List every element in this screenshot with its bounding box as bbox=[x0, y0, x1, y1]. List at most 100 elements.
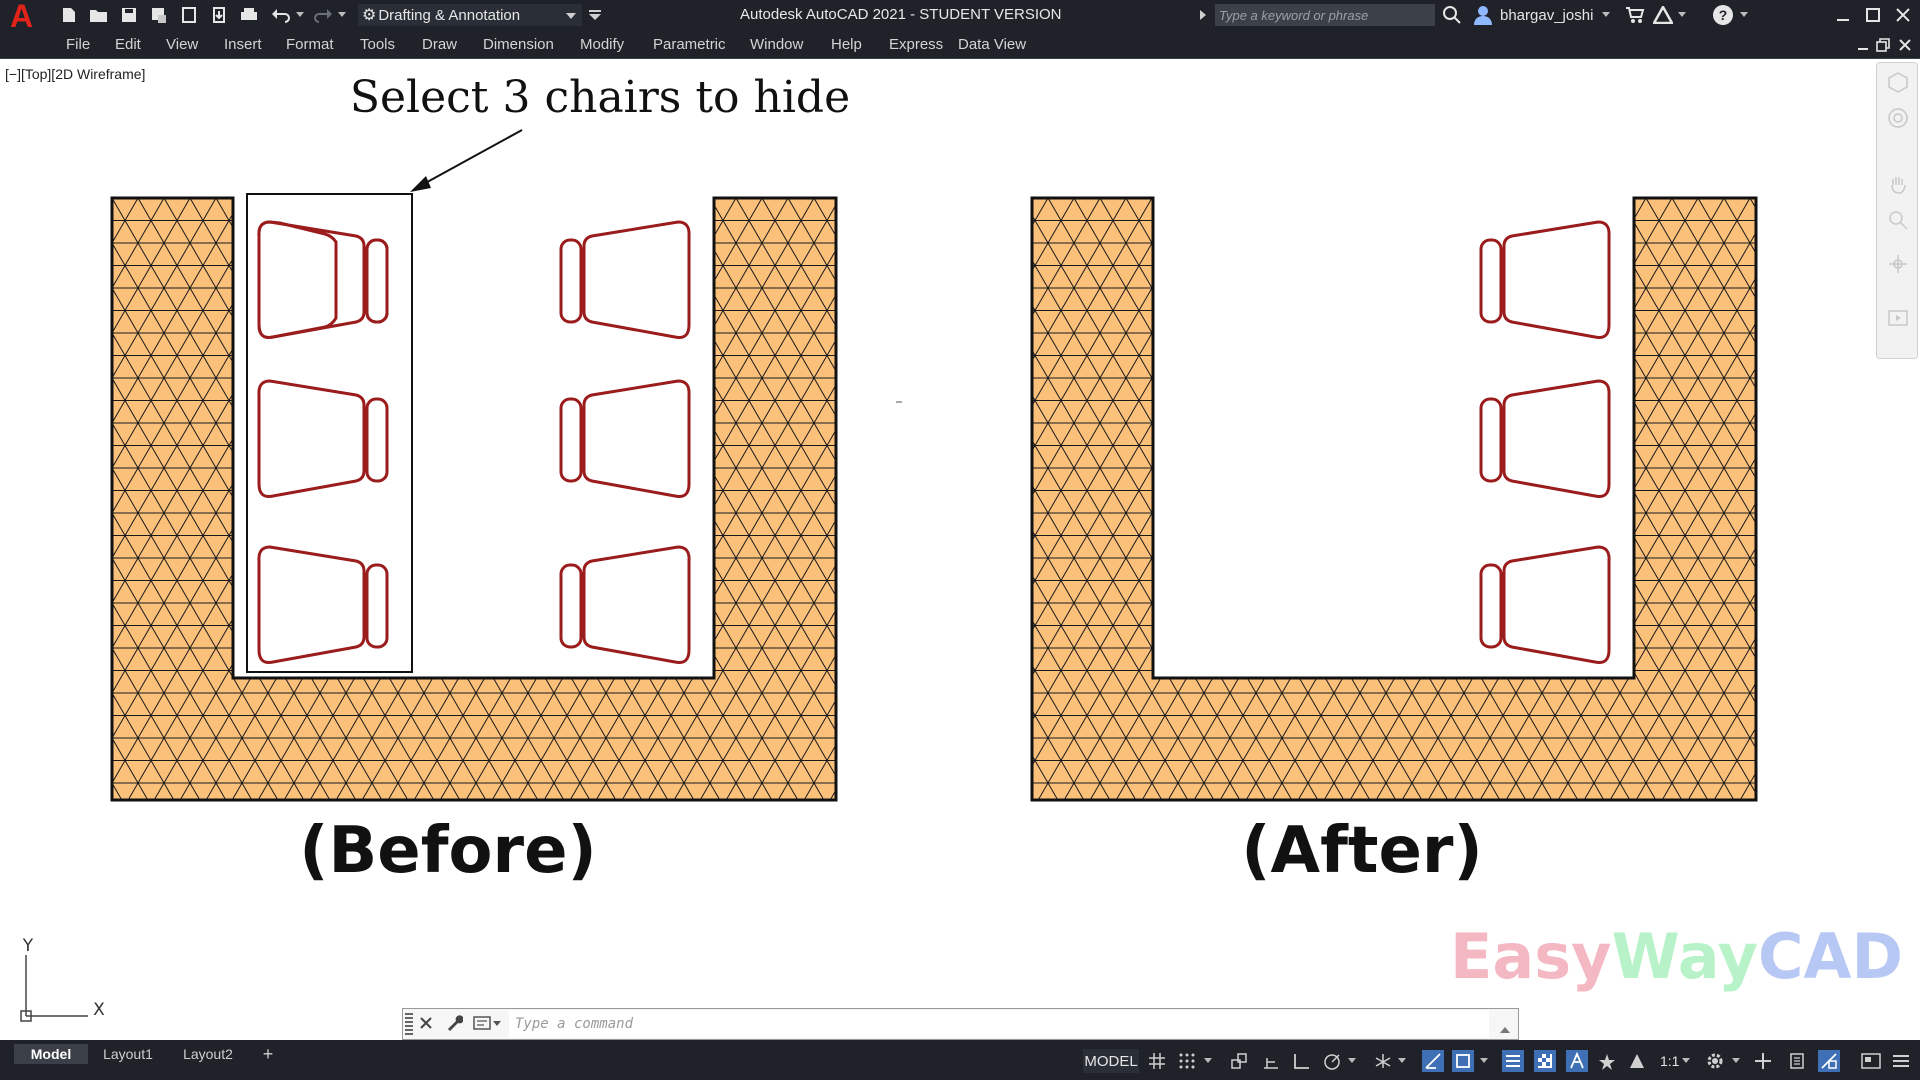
annotation-scale[interactable]: 1:1 bbox=[1660, 1053, 1679, 1069]
search-icon[interactable] bbox=[1441, 4, 1463, 26]
menu-help[interactable]: Help bbox=[831, 36, 862, 53]
object-snap-tracking-icon[interactable] bbox=[1422, 1050, 1444, 1072]
search-input[interactable]: Type a keyword or phrase bbox=[1215, 4, 1435, 26]
redo-dropdown-icon[interactable] bbox=[336, 4, 348, 26]
showmotion-icon[interactable] bbox=[1887, 307, 1909, 333]
scale-dropdown-icon[interactable] bbox=[1680, 1050, 1692, 1072]
share-icon[interactable] bbox=[208, 4, 230, 26]
iso-dropdown-icon[interactable] bbox=[1396, 1050, 1408, 1072]
tab-model[interactable]: Model bbox=[14, 1044, 88, 1064]
menu-tools[interactable]: Tools bbox=[360, 36, 395, 53]
chair[interactable] bbox=[1479, 379, 1611, 498]
menu-modify[interactable]: Modify bbox=[580, 36, 624, 53]
snap-icon[interactable] bbox=[1176, 1050, 1198, 1072]
menu-draw[interactable]: Draw bbox=[422, 36, 457, 53]
tab-layout1[interactable]: Layout1 bbox=[96, 1044, 160, 1064]
menu-view[interactable]: View bbox=[166, 36, 198, 53]
doc-minimize-icon[interactable] bbox=[1852, 34, 1874, 56]
grid-icon[interactable] bbox=[1146, 1050, 1168, 1072]
close-cmdline-icon[interactable] bbox=[419, 1015, 433, 1034]
workspace-switch-gear-icon[interactable] bbox=[1704, 1050, 1726, 1072]
model-space-button[interactable]: MODEL bbox=[1083, 1049, 1139, 1073]
annotation-visibility-icon[interactable] bbox=[1596, 1050, 1618, 1072]
close-icon[interactable] bbox=[1892, 4, 1914, 26]
add-layout-icon[interactable]: + bbox=[258, 1044, 278, 1064]
customize-qat-icon[interactable] bbox=[584, 4, 606, 26]
grip-handle[interactable] bbox=[405, 1013, 413, 1035]
command-history-icon[interactable] bbox=[1500, 1019, 1510, 1038]
menu-window[interactable]: Window bbox=[750, 36, 803, 53]
a360-dropdown-icon[interactable] bbox=[1676, 4, 1688, 26]
units-icon[interactable] bbox=[1786, 1050, 1808, 1072]
customize-wrench-icon[interactable] bbox=[445, 1014, 464, 1036]
selection-cycling-icon[interactable] bbox=[1566, 1050, 1588, 1072]
snap-dropdown-icon[interactable] bbox=[1202, 1050, 1214, 1072]
user-dropdown-icon[interactable] bbox=[1600, 4, 1612, 26]
dynamic-input-icon[interactable] bbox=[1260, 1050, 1282, 1072]
maximize-icon[interactable] bbox=[1862, 4, 1884, 26]
pan-icon[interactable] bbox=[1887, 173, 1909, 199]
infer-constraints-icon[interactable] bbox=[1228, 1050, 1250, 1072]
undo-dropdown-icon[interactable] bbox=[294, 4, 306, 26]
workspace-dropdown-icon[interactable] bbox=[1730, 1050, 1742, 1072]
autodesk-a360-icon[interactable] bbox=[1652, 4, 1674, 26]
osnap-dropdown-icon[interactable] bbox=[1478, 1050, 1490, 1072]
chair[interactable] bbox=[257, 545, 389, 664]
minimize-icon[interactable] bbox=[1832, 4, 1854, 26]
user-name[interactable]: bhargav_joshi bbox=[1500, 7, 1593, 24]
clean-screen-icon[interactable] bbox=[1860, 1050, 1882, 1072]
menu-format[interactable]: Format bbox=[286, 36, 334, 53]
menu-insert[interactable]: Insert bbox=[224, 36, 262, 53]
menu-edit[interactable]: Edit bbox=[115, 36, 141, 53]
lineweight-icon[interactable] bbox=[1502, 1050, 1524, 1072]
help-dropdown-icon[interactable] bbox=[1738, 4, 1750, 26]
menu-file[interactable]: File bbox=[66, 36, 90, 53]
polar-tracking-icon[interactable] bbox=[1322, 1050, 1344, 1072]
save-as-icon[interactable] bbox=[148, 4, 170, 26]
undo-icon[interactable] bbox=[270, 4, 292, 26]
viewport-controls[interactable]: [−][Top][2D Wireframe] bbox=[5, 66, 145, 82]
chair[interactable] bbox=[1479, 220, 1611, 339]
autocad-logo[interactable]: A bbox=[10, 0, 42, 32]
chair[interactable] bbox=[559, 220, 691, 339]
help-icon[interactable]: ? bbox=[1712, 4, 1734, 26]
steering-wheel-icon[interactable] bbox=[1887, 107, 1909, 133]
open-icon[interactable] bbox=[88, 4, 110, 26]
object-snap-icon[interactable] bbox=[1452, 1050, 1474, 1072]
user-icon[interactable] bbox=[1472, 4, 1494, 26]
workspace-dropdown[interactable]: ⚙ Drafting & Annotation bbox=[358, 4, 582, 26]
customization-menu-icon[interactable] bbox=[1890, 1050, 1912, 1072]
orbit-icon[interactable] bbox=[1887, 253, 1909, 279]
viewcube-icon[interactable] bbox=[1887, 71, 1909, 97]
chair[interactable] bbox=[559, 545, 691, 664]
menu-express[interactable]: Express bbox=[889, 36, 943, 53]
drawing-canvas[interactable]: Select 3 chairs to hide (Before) (After)… bbox=[0, 59, 1920, 1040]
command-input[interactable]: Type a command bbox=[509, 1010, 1489, 1038]
polar-dropdown-icon[interactable] bbox=[1346, 1050, 1358, 1072]
save-icon[interactable] bbox=[118, 4, 140, 26]
chair[interactable] bbox=[559, 379, 691, 498]
quick-properties-icon[interactable] bbox=[1818, 1050, 1840, 1072]
new-icon[interactable] bbox=[58, 4, 80, 26]
chair[interactable] bbox=[1479, 545, 1611, 664]
tab-layout2[interactable]: Layout2 bbox=[176, 1044, 240, 1064]
search-expand-icon[interactable] bbox=[1196, 4, 1210, 26]
menu-data-view[interactable]: Data View bbox=[958, 36, 1026, 53]
transparency-icon[interactable] bbox=[1534, 1050, 1556, 1072]
chair[interactable] bbox=[257, 379, 389, 498]
cart-icon[interactable] bbox=[1624, 4, 1646, 26]
doc-close-icon[interactable] bbox=[1894, 34, 1916, 56]
isodraft-icon[interactable] bbox=[1372, 1050, 1394, 1072]
chair[interactable] bbox=[257, 220, 389, 339]
doc-restore-icon[interactable] bbox=[1872, 34, 1894, 56]
auto-scale-icon[interactable] bbox=[1626, 1050, 1648, 1072]
zoom-extents-icon[interactable] bbox=[1887, 209, 1909, 235]
plot-icon[interactable] bbox=[238, 4, 260, 26]
annotation-monitor-icon[interactable] bbox=[1752, 1050, 1774, 1072]
ortho-icon[interactable] bbox=[1290, 1050, 1312, 1072]
redo-icon[interactable] bbox=[312, 4, 334, 26]
menu-dimension[interactable]: Dimension bbox=[483, 36, 554, 53]
menu-parametric[interactable]: Parametric bbox=[653, 36, 726, 53]
recent-commands-icon[interactable] bbox=[473, 1015, 503, 1035]
open-web-icon[interactable] bbox=[178, 4, 200, 26]
